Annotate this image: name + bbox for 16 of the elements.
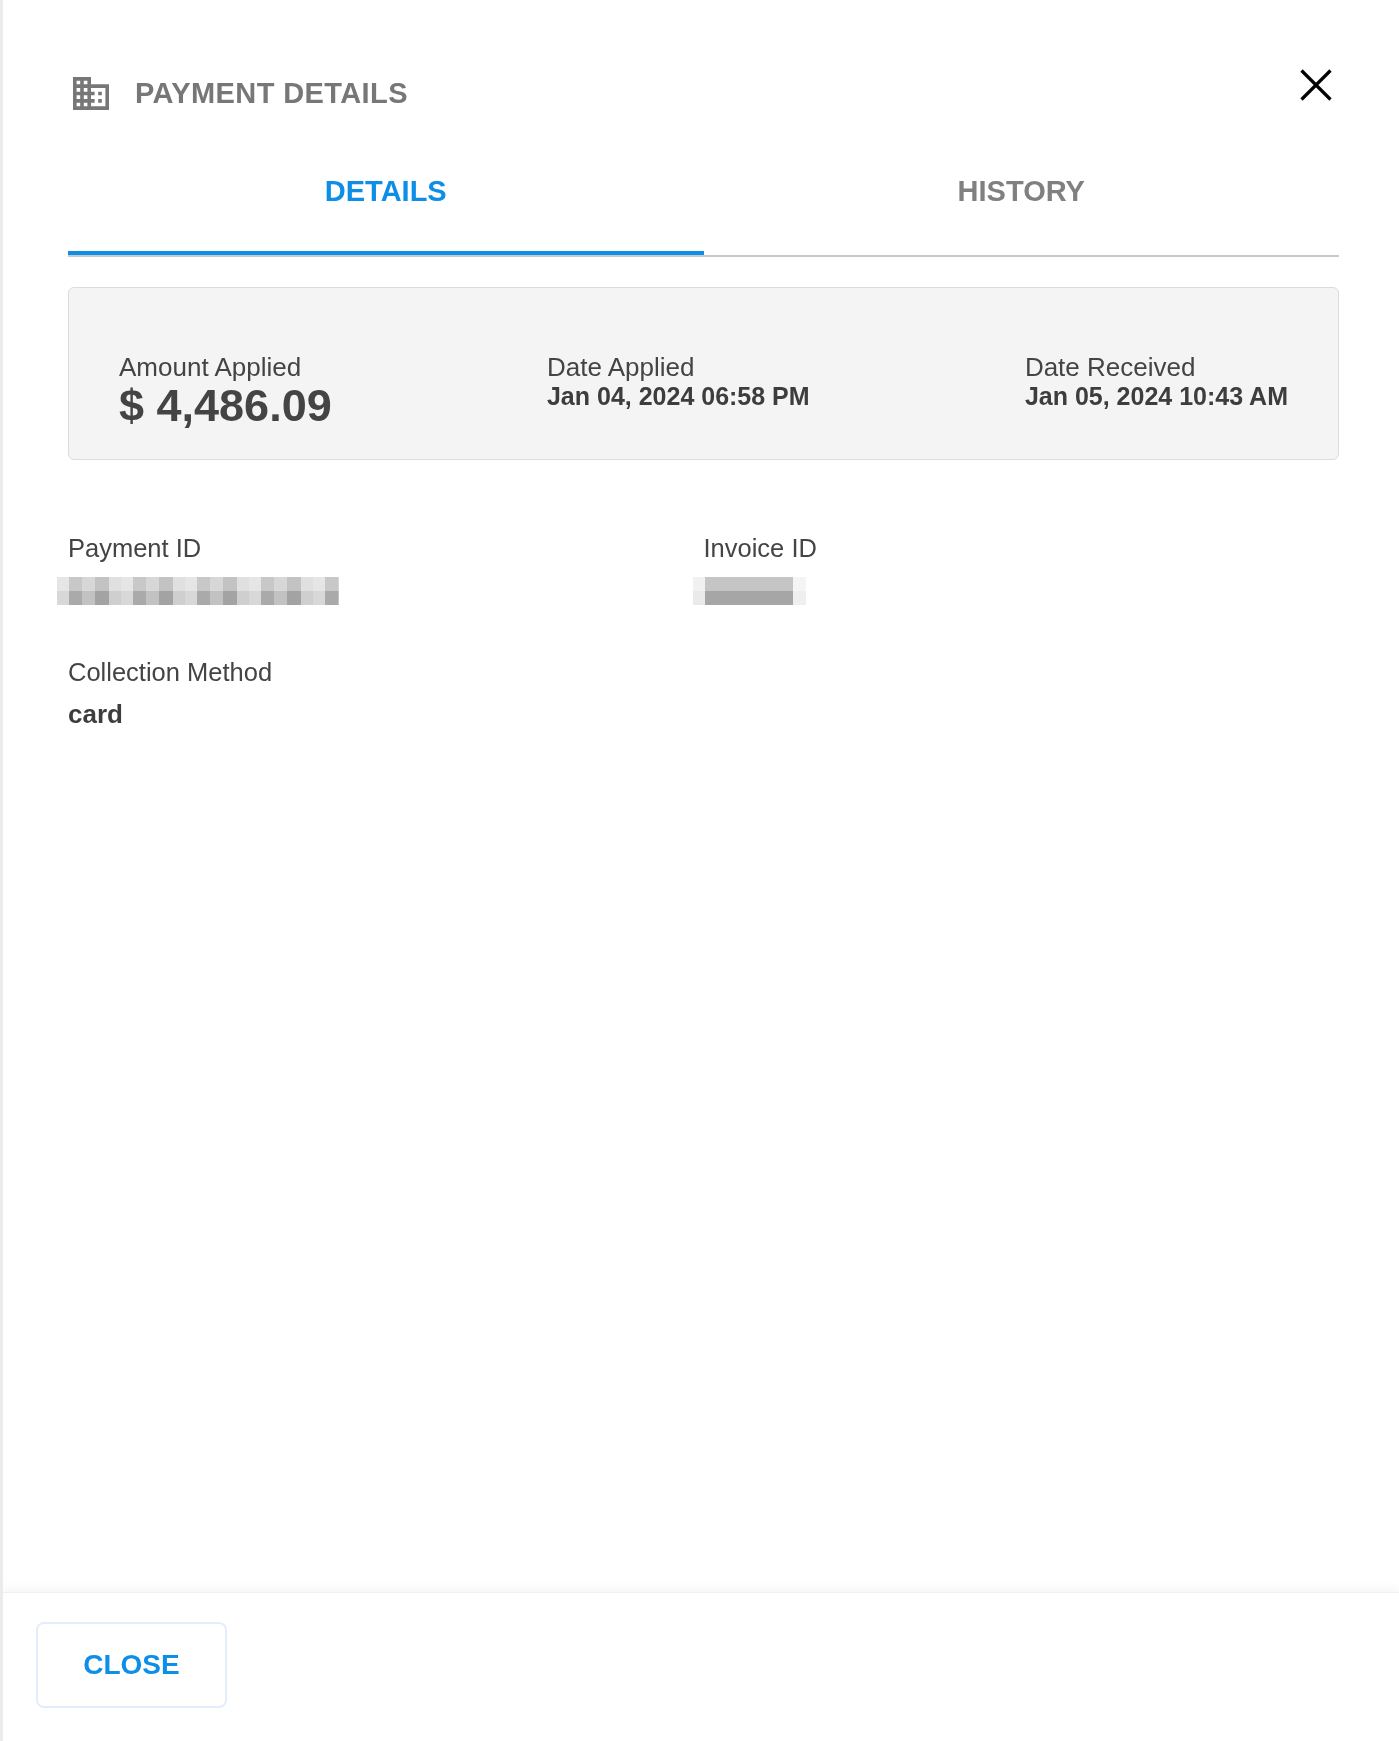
field-label: Invoice ID bbox=[703, 533, 817, 563]
summary-label: Date Received bbox=[1024, 352, 1196, 383]
field-label: Collection Method bbox=[68, 657, 273, 687]
summary-value: Jan 05, 2024 10:43 AM bbox=[1024, 383, 1288, 409]
close-button[interactable]: CLOSE bbox=[36, 1622, 227, 1708]
close-icon[interactable] bbox=[1300, 69, 1332, 101]
summary-label: Amount Applied bbox=[119, 352, 302, 383]
field-label: Payment ID bbox=[68, 533, 202, 563]
summary-label: Date Applied bbox=[546, 352, 695, 383]
panel-title: PAYMENT DETAILS bbox=[135, 76, 408, 110]
summary-value: Jan 04, 2024 06:58 PM bbox=[546, 383, 810, 409]
summary-value: $ 4,486.09 bbox=[119, 383, 332, 429]
building-icon bbox=[73, 76, 109, 110]
tab[interactable]: DETAILS bbox=[68, 140, 704, 255]
field-value: card bbox=[68, 699, 123, 730]
tab[interactable]: HISTORY bbox=[703, 140, 1339, 255]
